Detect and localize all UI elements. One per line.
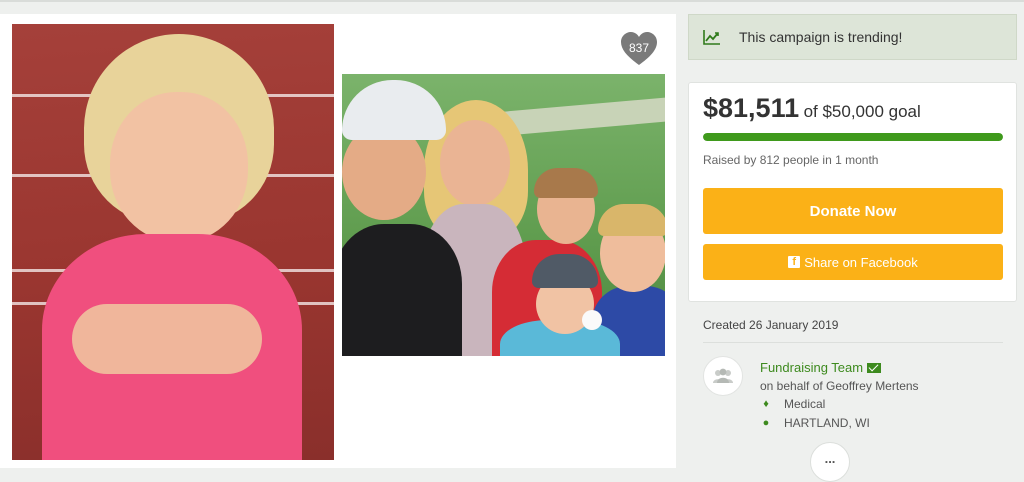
trending-text: This campaign is trending! — [739, 29, 903, 45]
more-options-button[interactable]: ... — [810, 442, 850, 482]
trending-banner: This campaign is trending! — [688, 14, 1017, 60]
category-row[interactable]: ♦ Medical — [760, 397, 825, 411]
like-heart-button[interactable]: 837 — [620, 32, 658, 66]
golf-ball — [582, 310, 602, 330]
location-row: ● HARTLAND, WI — [760, 416, 870, 430]
likes-count: 837 — [628, 41, 650, 55]
boy-hair — [598, 204, 665, 236]
created-date: Created 26 January 2019 — [703, 318, 839, 332]
campaign-media: 837 — [0, 14, 676, 468]
share-facebook-label: Share on Facebook — [804, 254, 918, 270]
girl-arms — [72, 304, 262, 374]
facebook-icon: f — [788, 256, 801, 268]
family-photo[interactable] — [342, 74, 665, 356]
woman-face — [440, 120, 510, 206]
category-label: Medical — [784, 397, 826, 411]
raised-by-text: Raised by 812 people in 1 month — [703, 153, 879, 167]
share-facebook-button[interactable]: f Share on Facebook — [703, 244, 1003, 280]
on-behalf-text: on behalf of Geoffrey Mertens — [760, 379, 919, 393]
envelope-icon — [867, 362, 882, 373]
amount-line: $81,511 of $50,000 goal — [703, 93, 921, 124]
donation-card: $81,511 of $50,000 goal Raised by 812 pe… — [688, 82, 1017, 302]
girl-photo[interactable] — [12, 24, 334, 460]
map-pin-icon: ● — [762, 417, 770, 429]
progress-fill — [703, 133, 1003, 141]
location-label: HARTLAND, WI — [784, 416, 870, 430]
team-people-icon — [713, 368, 733, 383]
man-cap — [342, 80, 446, 140]
raised-amount: $81,511 — [703, 93, 800, 123]
tag-icon: ♦ — [763, 398, 769, 410]
goal-text: of $50,000 goal — [803, 102, 921, 121]
progress-bar — [703, 133, 1003, 141]
man-shirt — [342, 224, 462, 356]
more-label: ... — [824, 451, 836, 466]
team-name-label: Fundraising Team — [760, 360, 864, 375]
fundraising-team-link[interactable]: Fundraising Team — [760, 360, 882, 375]
donate-now-button[interactable]: Donate Now — [703, 188, 1003, 234]
team-avatar — [703, 356, 743, 396]
girl-face — [110, 92, 248, 242]
boy-hair — [534, 168, 598, 198]
trending-chart-icon — [703, 30, 720, 45]
top-border — [0, 0, 1024, 2]
divider — [703, 342, 1003, 343]
